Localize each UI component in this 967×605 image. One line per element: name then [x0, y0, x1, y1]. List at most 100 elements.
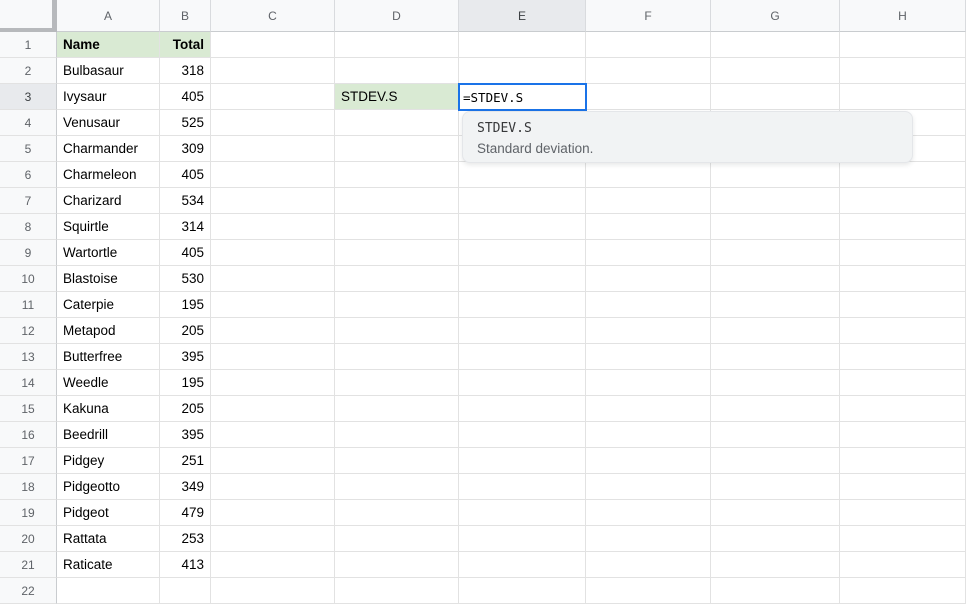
cell-G12[interactable] — [711, 318, 840, 344]
cell-E17[interactable] — [459, 448, 586, 474]
cell-F21[interactable] — [586, 552, 711, 578]
cell-H13[interactable] — [840, 344, 966, 370]
row-header-4[interactable]: 4 — [0, 110, 57, 136]
row-header-19[interactable]: 19 — [0, 500, 57, 526]
cell-E11[interactable] — [459, 292, 586, 318]
cell-B11[interactable]: 195 — [160, 292, 211, 318]
cell-F3[interactable] — [586, 84, 711, 110]
cell-D13[interactable] — [335, 344, 459, 370]
cell-C3[interactable] — [211, 84, 335, 110]
cell-C13[interactable] — [211, 344, 335, 370]
cell-F16[interactable] — [586, 422, 711, 448]
row-header-16[interactable]: 16 — [0, 422, 57, 448]
cell-C11[interactable] — [211, 292, 335, 318]
cell-A11[interactable]: Caterpie — [57, 292, 160, 318]
cell-B17[interactable]: 251 — [160, 448, 211, 474]
cell-F18[interactable] — [586, 474, 711, 500]
cell-A16[interactable]: Beedrill — [57, 422, 160, 448]
cell-H16[interactable] — [840, 422, 966, 448]
cell-E20[interactable] — [459, 526, 586, 552]
cell-F17[interactable] — [586, 448, 711, 474]
column-header-G[interactable]: G — [711, 0, 840, 32]
cell-G7[interactable] — [711, 188, 840, 214]
cell-E13[interactable] — [459, 344, 586, 370]
cell-H9[interactable] — [840, 240, 966, 266]
cell-B15[interactable]: 205 — [160, 396, 211, 422]
cell-H22[interactable] — [840, 578, 966, 604]
cell-D6[interactable] — [335, 162, 459, 188]
cell-C6[interactable] — [211, 162, 335, 188]
cell-D5[interactable] — [335, 136, 459, 162]
cell-D1[interactable] — [335, 32, 459, 58]
cell-H8[interactable] — [840, 214, 966, 240]
cell-F10[interactable] — [586, 266, 711, 292]
cell-A15[interactable]: Kakuna — [57, 396, 160, 422]
cell-D19[interactable] — [335, 500, 459, 526]
cell-H10[interactable] — [840, 266, 966, 292]
cell-H7[interactable] — [840, 188, 966, 214]
column-header-A[interactable]: A — [57, 0, 160, 32]
cell-A8[interactable]: Squirtle — [57, 214, 160, 240]
cell-G11[interactable] — [711, 292, 840, 318]
cell-D7[interactable] — [335, 188, 459, 214]
cell-F14[interactable] — [586, 370, 711, 396]
cell-D20[interactable] — [335, 526, 459, 552]
cell-D17[interactable] — [335, 448, 459, 474]
cell-B3[interactable]: 405 — [160, 84, 211, 110]
cell-F12[interactable] — [586, 318, 711, 344]
row-header-8[interactable]: 8 — [0, 214, 57, 240]
cell-D2[interactable] — [335, 58, 459, 84]
cell-D15[interactable] — [335, 396, 459, 422]
cell-H18[interactable] — [840, 474, 966, 500]
cell-H2[interactable] — [840, 58, 966, 84]
cell-H1[interactable] — [840, 32, 966, 58]
cell-E19[interactable] — [459, 500, 586, 526]
cell-B7[interactable]: 534 — [160, 188, 211, 214]
cell-H15[interactable] — [840, 396, 966, 422]
row-header-7[interactable]: 7 — [0, 188, 57, 214]
cell-C7[interactable] — [211, 188, 335, 214]
cell-F8[interactable] — [586, 214, 711, 240]
cell-B1[interactable]: Total — [160, 32, 211, 58]
cell-B2[interactable]: 318 — [160, 58, 211, 84]
cell-A18[interactable]: Pidgeotto — [57, 474, 160, 500]
cell-E3[interactable]: =STDEV.S — [459, 84, 586, 110]
cell-C17[interactable] — [211, 448, 335, 474]
cell-G6[interactable] — [711, 162, 840, 188]
column-header-C[interactable]: C — [211, 0, 335, 32]
cell-F9[interactable] — [586, 240, 711, 266]
cell-G8[interactable] — [711, 214, 840, 240]
cell-B20[interactable]: 253 — [160, 526, 211, 552]
cell-C5[interactable] — [211, 136, 335, 162]
cell-G13[interactable] — [711, 344, 840, 370]
cell-H21[interactable] — [840, 552, 966, 578]
cell-C4[interactable] — [211, 110, 335, 136]
cell-H12[interactable] — [840, 318, 966, 344]
cell-A6[interactable]: Charmeleon — [57, 162, 160, 188]
cell-F2[interactable] — [586, 58, 711, 84]
cell-G14[interactable] — [711, 370, 840, 396]
cell-G19[interactable] — [711, 500, 840, 526]
cell-B14[interactable]: 195 — [160, 370, 211, 396]
cell-B22[interactable] — [160, 578, 211, 604]
cell-A21[interactable]: Raticate — [57, 552, 160, 578]
cell-F13[interactable] — [586, 344, 711, 370]
cell-A13[interactable]: Butterfree — [57, 344, 160, 370]
select-all-corner[interactable] — [0, 0, 57, 32]
cell-H19[interactable] — [840, 500, 966, 526]
row-header-10[interactable]: 10 — [0, 266, 57, 292]
cell-A3[interactable]: Ivysaur — [57, 84, 160, 110]
cell-E15[interactable] — [459, 396, 586, 422]
row-header-11[interactable]: 11 — [0, 292, 57, 318]
cell-B19[interactable]: 479 — [160, 500, 211, 526]
cell-E22[interactable] — [459, 578, 586, 604]
cell-G15[interactable] — [711, 396, 840, 422]
cell-C21[interactable] — [211, 552, 335, 578]
cell-A17[interactable]: Pidgey — [57, 448, 160, 474]
cell-G21[interactable] — [711, 552, 840, 578]
cell-F6[interactable] — [586, 162, 711, 188]
cell-D4[interactable] — [335, 110, 459, 136]
cell-F20[interactable] — [586, 526, 711, 552]
cell-E8[interactable] — [459, 214, 586, 240]
column-header-D[interactable]: D — [335, 0, 459, 32]
